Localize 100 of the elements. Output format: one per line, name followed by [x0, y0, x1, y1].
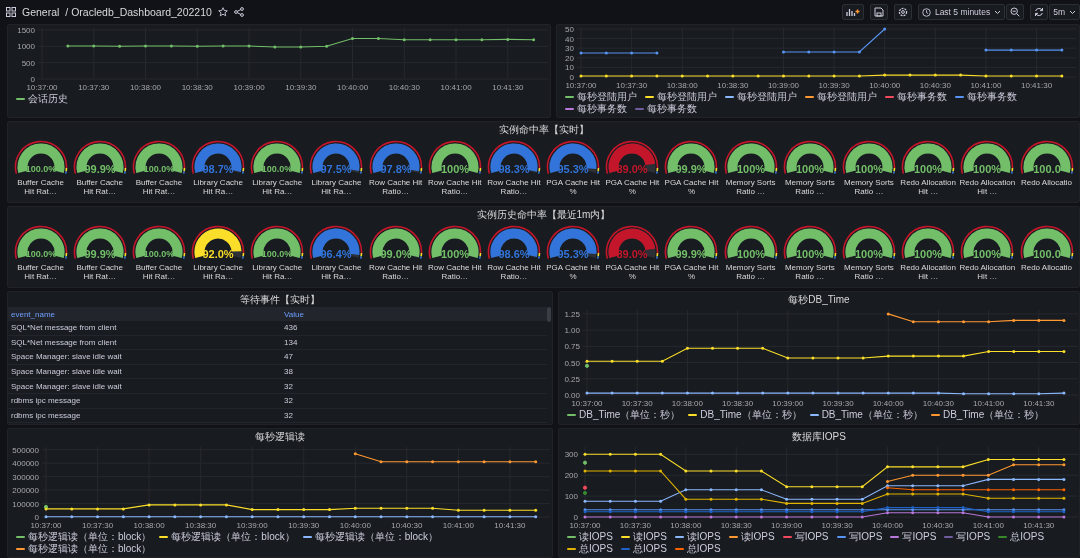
- y-axis-label: 0: [569, 73, 574, 82]
- x-axis-label: 10:40:30: [919, 81, 951, 90]
- panel-title: 数据库IOPS: [791, 430, 847, 444]
- gauge-label: PGA Cache Hit %: [604, 264, 661, 281]
- x-axis-label: 10:37:30: [621, 399, 653, 408]
- gauge-label: Memory Sorts Ratio …: [724, 264, 777, 281]
- x-axis-label: 10:41:00: [973, 399, 1005, 408]
- gauge-value: 98.7%: [202, 163, 234, 175]
- gauge-value: 98.3%: [498, 163, 530, 175]
- legend-label[interactable]: 写IOPS: [794, 531, 829, 542]
- legend-label[interactable]: 每秒登陆用户: [737, 91, 797, 102]
- gauge-label: Redo Allocation Hit …: [899, 264, 957, 281]
- x-axis-label: 10:41:30: [492, 83, 524, 92]
- gauge-label: PGA Cache Hit %: [663, 179, 720, 196]
- y-axis-label: 300000: [12, 472, 39, 482]
- gauge-value: 100%: [973, 248, 1002, 260]
- x-axis-label: 10:38:30: [722, 399, 754, 408]
- gauge-label: Redo Allocation Hit …: [958, 264, 1017, 281]
- legend-label[interactable]: 每秒事务数: [577, 103, 627, 114]
- legend-label[interactable]: 总IOPS: [686, 543, 721, 554]
- x-axis-label: 10:37:30: [82, 521, 114, 530]
- legend-label[interactable]: 每秒逻辑读（单位：block）: [314, 531, 439, 542]
- gauge-value: 95.3%: [557, 163, 589, 175]
- gauge-label: Buffer Cache Hit Rat…: [75, 264, 124, 281]
- legend-label[interactable]: 每秒逻辑读（单位：block）: [28, 531, 152, 542]
- legend-label[interactable]: 每秒登陆用户: [817, 91, 877, 102]
- y-axis-label: 50: [565, 25, 574, 34]
- legend-label[interactable]: 每秒逻辑读（单位：block）: [28, 543, 152, 554]
- column-header[interactable]: Value: [284, 309, 547, 319]
- gauge-value: 98.6%: [498, 248, 530, 260]
- x-axis-label: 10:41:00: [970, 81, 1002, 90]
- gauge-label: Buffer Cache Hit Rat…: [16, 179, 65, 196]
- legend-label[interactable]: DB_Time（单位：秒）: [821, 409, 923, 420]
- gauge-value: 89.0%: [616, 248, 648, 260]
- legend-label[interactable]: 读IOPS: [579, 531, 613, 542]
- legend-label[interactable]: DB_Time（单位：秒）: [942, 409, 1045, 420]
- legend-label[interactable]: 读IOPS: [686, 531, 721, 542]
- x-axis-label: 10:38:00: [133, 521, 165, 530]
- legend-label[interactable]: 每秒事务数: [647, 103, 697, 114]
- y-axis-label: 100000: [12, 499, 39, 509]
- x-axis-label: 10:40:30: [388, 83, 420, 92]
- legend-label[interactable]: 读IOPS: [740, 531, 775, 542]
- gauge-value: 99.9%: [675, 248, 708, 260]
- y-axis-label: 1.25: [564, 309, 580, 319]
- gauge-value: 100.0: [1032, 248, 1061, 260]
- gauge-value: 100.0%: [143, 164, 175, 174]
- x-axis-label: 10:37:00: [565, 81, 597, 90]
- legend-label[interactable]: 每秒登陆用户: [577, 91, 637, 102]
- table-cell-text: 32: [284, 396, 294, 406]
- legend-label[interactable]: 每秒事务数: [897, 91, 947, 102]
- legend-label[interactable]: DB_Time（单位：秒）: [579, 409, 681, 420]
- y-axis-label: 1500: [17, 25, 35, 35]
- legend-label[interactable]: 总IOPS: [632, 543, 667, 554]
- legend-label[interactable]: 总IOPS: [1010, 531, 1045, 542]
- legend-label[interactable]: 写IOPS: [848, 531, 883, 542]
- legend-label[interactable]: 写IOPS: [956, 531, 991, 542]
- gauge-value: 100%: [795, 248, 824, 260]
- y-axis-label: 0.00: [564, 391, 580, 400]
- x-axis-label: 10:37:00: [569, 521, 601, 530]
- gauge-label: PGA Cache Hit %: [545, 264, 602, 281]
- gauge-value: 100%: [440, 163, 469, 175]
- panel-title: 每秒DB_Time: [787, 293, 851, 307]
- x-axis-label: 10:41:30: [1023, 399, 1055, 408]
- legend-label[interactable]: 总IOPS: [579, 543, 613, 554]
- x-axis-label: 10:39:00: [233, 83, 265, 92]
- x-axis-label: 10:39:00: [771, 521, 803, 530]
- gauge-value: 100%: [914, 163, 943, 175]
- legend-label[interactable]: 每秒逻辑读（单位：block）: [171, 531, 295, 542]
- table-cell-text: SQL*Net message from client: [11, 323, 118, 333]
- x-axis-label: 10:38:00: [671, 399, 703, 408]
- x-axis-label: 10:41:00: [440, 83, 472, 92]
- y-axis-label: 40: [565, 34, 574, 44]
- table-cell-text: rdbms ipc message: [11, 396, 82, 406]
- x-axis-label: 10:40:00: [336, 83, 369, 92]
- gauge-value: 100.0%: [143, 249, 175, 259]
- gauge-label: Library Cache Hit Ra…: [192, 179, 244, 196]
- x-axis-label: 10:40:00: [871, 521, 904, 530]
- x-axis-label: 10:41:30: [1021, 81, 1053, 90]
- legend-label[interactable]: 写IOPS: [902, 531, 937, 542]
- gauge-label: Row Cache Hit Ratio…: [427, 179, 483, 196]
- y-axis-label: 0: [30, 75, 35, 84]
- y-axis-label: 0: [34, 513, 39, 522]
- x-axis-label: 10:40:00: [872, 399, 904, 408]
- legend-label[interactable]: 读IOPS: [632, 531, 667, 542]
- y-axis-label: 400000: [12, 459, 39, 469]
- gauge-value: 100.0%: [262, 249, 293, 259]
- time-range-picker[interactable]: Last 5 minutes: [917, 4, 1006, 20]
- legend-label[interactable]: DB_Time（单位：秒）: [700, 409, 802, 420]
- x-axis-label: 10:39:30: [818, 81, 850, 90]
- gauge-value: 100%: [854, 163, 884, 175]
- x-axis-label: 10:40:30: [922, 399, 954, 408]
- legend-label[interactable]: 每秒登陆用户: [657, 91, 717, 102]
- breadcrumb-folder[interactable]: General: [22, 6, 60, 18]
- x-axis-label: 10:39:30: [821, 521, 853, 530]
- refresh-interval-picker[interactable]: 5m: [1049, 4, 1080, 20]
- x-axis-label: 10:37:30: [619, 521, 651, 530]
- dashboard-title[interactable]: / Oracledb_Dashboard_202210: [65, 6, 212, 18]
- legend-label[interactable]: 会话历史: [28, 93, 68, 104]
- column-header[interactable]: event_name: [11, 309, 284, 319]
- legend-label[interactable]: 每秒事务数: [967, 91, 1017, 102]
